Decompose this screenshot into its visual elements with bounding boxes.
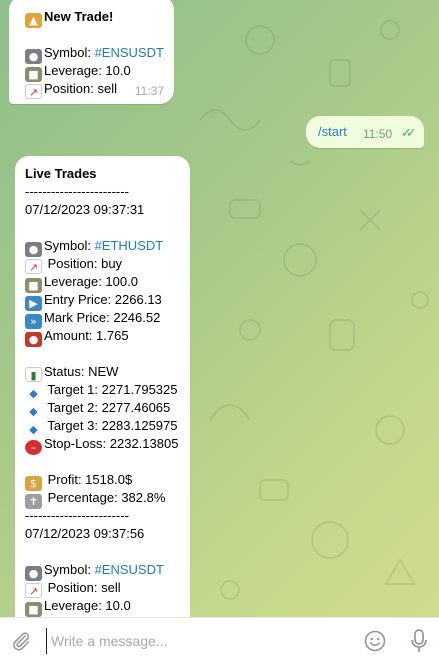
message-title-line: ▲ New Trade! (25, 8, 164, 28)
leverage-line: ■ Leverage: 100.0 (25, 273, 180, 293)
message-composer (0, 617, 439, 663)
emoji-icon[interactable] (363, 629, 387, 653)
message-title: Live Trades (25, 166, 97, 181)
message-time: 11:50 (363, 127, 393, 141)
stop-loss-line: – Stop-Loss: 2232.13805 (25, 435, 180, 455)
no-entry-icon: – (25, 440, 42, 455)
megaphone-icon: ▲ (25, 13, 42, 28)
status-line: ▮ Status: NEW (25, 363, 180, 382)
robot-icon: ■ (25, 602, 42, 617)
message-time: 11:37 (134, 84, 164, 98)
paperclip-icon[interactable] (10, 630, 32, 652)
bot-command-link[interactable]: /start (318, 124, 347, 139)
leverage-line: ■ Leverage: 10.0 (25, 62, 164, 82)
message-live-trades: Live Trades ------------------------ 07/… (15, 156, 190, 617)
bar-chart-icon: ▮ (25, 367, 42, 382)
chart-increasing-icon: ↗ (25, 583, 42, 598)
chat-history[interactable]: ▲ New Trade! ● Symbol: #ENSUSDT ■ Leverage:… (0, 0, 439, 617)
message-new-trade: ▲ New Trade! ● Symbol: #ENSUSDT ■ Leverage:… (9, 0, 174, 104)
symbol-line: ● Symbol: #ENSUSDT (25, 561, 180, 581)
mark-price-line: » Mark Price: 2246.52 (25, 309, 180, 329)
leverage-line: ■ Leverage: 10.0 (25, 597, 180, 617)
separator: ------------------------ (25, 508, 129, 523)
symbol-line: ● Symbol: #ETHUSDT (25, 237, 180, 257)
microphone-icon[interactable] (410, 628, 428, 654)
target1-line: ◆ Target 1: 2271.795325 (25, 381, 180, 400)
message-input[interactable] (46, 628, 346, 654)
chart-increasing-icon: ↗ (25, 84, 42, 99)
hashtag-link[interactable]: #ENSUSDT (95, 45, 164, 60)
message-start-outgoing: /start 11:50 ✓✓ (306, 116, 424, 148)
trade-datetime: 07/12/2023 09:37:31 (25, 202, 145, 217)
position-line: ↗ Position: sell (25, 579, 180, 598)
target3-line: ◆ Target 3: 2283.125975 (25, 417, 180, 436)
amount-line: ● Amount: 1.765 (25, 327, 180, 347)
percentage-line: ✝ Percentage: 382.8% (25, 489, 180, 509)
read-checkmarks-icon: ✓✓ (401, 126, 417, 141)
money-bag-icon: ● (25, 332, 42, 347)
profit-line: $ Profit: 1518.0$ (25, 471, 180, 491)
chart-increasing-icon: ↗ (25, 259, 42, 274)
symbol-line: ● Symbol: #ENSUSDT (25, 44, 164, 64)
entry-price-line: ▶ Entry Price: 2266.13 (25, 291, 180, 311)
message-title: New Trade! (44, 9, 114, 24)
hashtag-link[interactable]: #ETHUSDT (95, 238, 164, 253)
target2-line: ◆ Target 2: 2277.46065 (25, 399, 180, 418)
trade-datetime: 07/12/2023 09:37:56 (25, 526, 145, 541)
separator: ------------------------ (25, 184, 129, 199)
position-line: ↗ Position: buy (25, 255, 180, 274)
hashtag-link[interactable]: #ENSUSDT (95, 562, 164, 577)
